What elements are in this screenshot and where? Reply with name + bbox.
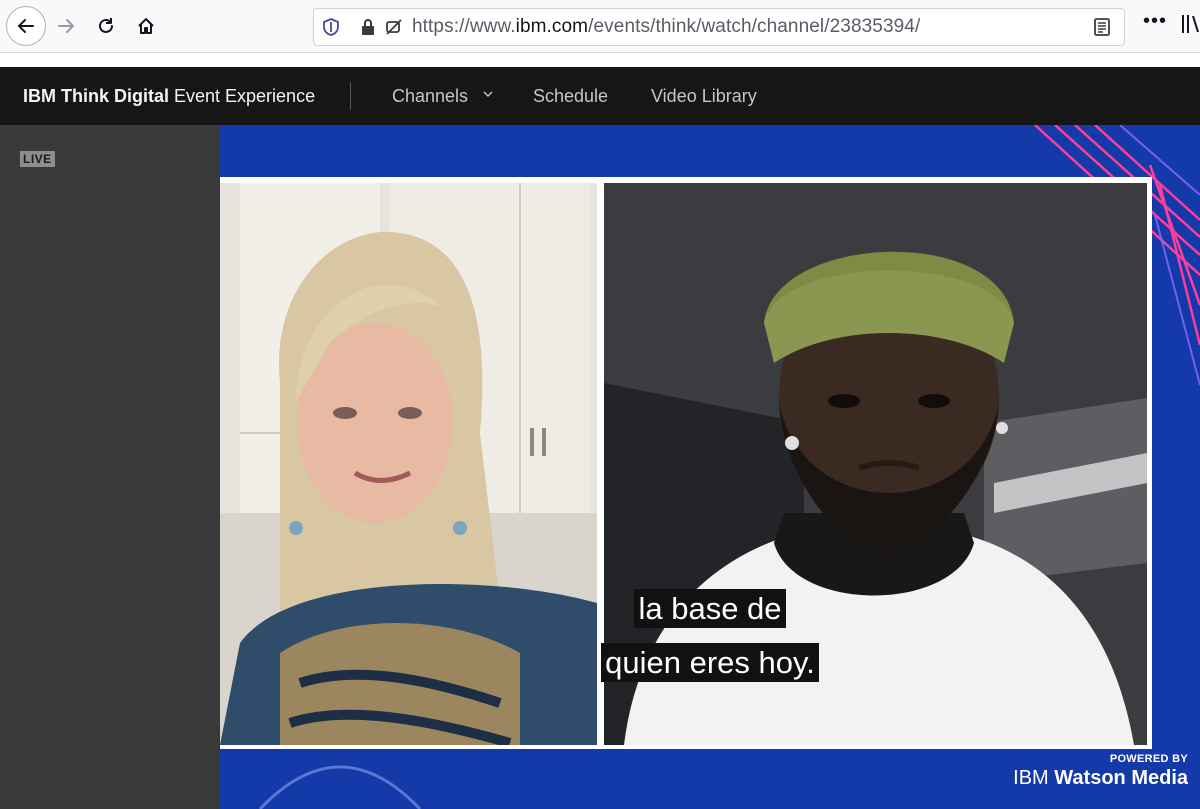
powered-by-label: POWERED BY xyxy=(1109,753,1188,765)
site-brand[interactable]: IBM Think Digital Event Experience xyxy=(23,86,315,107)
chevron-down-icon xyxy=(483,91,493,97)
forward-arrow-icon xyxy=(58,19,74,33)
sidebar xyxy=(0,125,220,809)
browser-toolbar: https://www.ibm.com/events/think/watch/c… xyxy=(0,0,1200,53)
brand-watson-media: Watson Media xyxy=(1054,767,1188,789)
more-icon[interactable]: ••• xyxy=(1143,11,1167,36)
site-header: IBM Think Digital Event Experience Chann… xyxy=(0,67,1200,125)
nav-channels-label: Channels xyxy=(392,86,469,106)
nav-schedule[interactable]: Schedule xyxy=(533,86,608,107)
brand-ibm: IBM xyxy=(1013,767,1049,789)
watson-media-brand: IBM Watson Media xyxy=(1013,767,1188,790)
live-badge: LIVE xyxy=(20,151,55,167)
caption-line-1: la base de xyxy=(220,589,1200,628)
url-prefix: https://www. xyxy=(412,16,516,37)
home-icon xyxy=(138,18,154,34)
url-text[interactable]: https://www.ibm.com/events/think/watch/c… xyxy=(412,16,920,38)
caption-line-2: quien eres hoy. xyxy=(220,643,1200,682)
forward-button[interactable] xyxy=(48,8,84,44)
back-button[interactable] xyxy=(6,6,46,46)
watson-media-logo[interactable]: POWERED BY IBM Watson Media xyxy=(1013,753,1188,790)
brand-rest: Event Experience xyxy=(169,86,316,106)
caption-line-2-text: quien eres hoy. xyxy=(601,643,819,682)
permissions-icon[interactable] xyxy=(384,17,404,37)
url-path: /events/think/watch/channel/23835394/ xyxy=(588,16,921,37)
address-bar[interactable]: https://www.ibm.com/events/think/watch/c… xyxy=(313,8,1125,46)
video-player[interactable]: la base de quien eres hoy. POWERED BY IB… xyxy=(220,125,1200,809)
back-arrow-icon xyxy=(18,19,34,33)
nav-video-library[interactable]: Video Library xyxy=(651,86,757,107)
url-domain: ibm.com xyxy=(515,16,589,37)
shield-icon[interactable] xyxy=(322,18,340,36)
header-divider xyxy=(350,82,351,110)
home-button[interactable] xyxy=(128,8,164,44)
reload-button[interactable] xyxy=(88,8,124,44)
reader-view-icon[interactable] xyxy=(1092,17,1112,37)
brand-bold: IBM Think Digital xyxy=(23,86,169,106)
library-icon[interactable] xyxy=(1180,12,1200,36)
lock-icon[interactable] xyxy=(360,18,376,36)
nav-channels[interactable]: Channels xyxy=(392,86,493,107)
reload-icon xyxy=(99,18,113,33)
caption-line-1-text: la base de xyxy=(634,589,786,628)
